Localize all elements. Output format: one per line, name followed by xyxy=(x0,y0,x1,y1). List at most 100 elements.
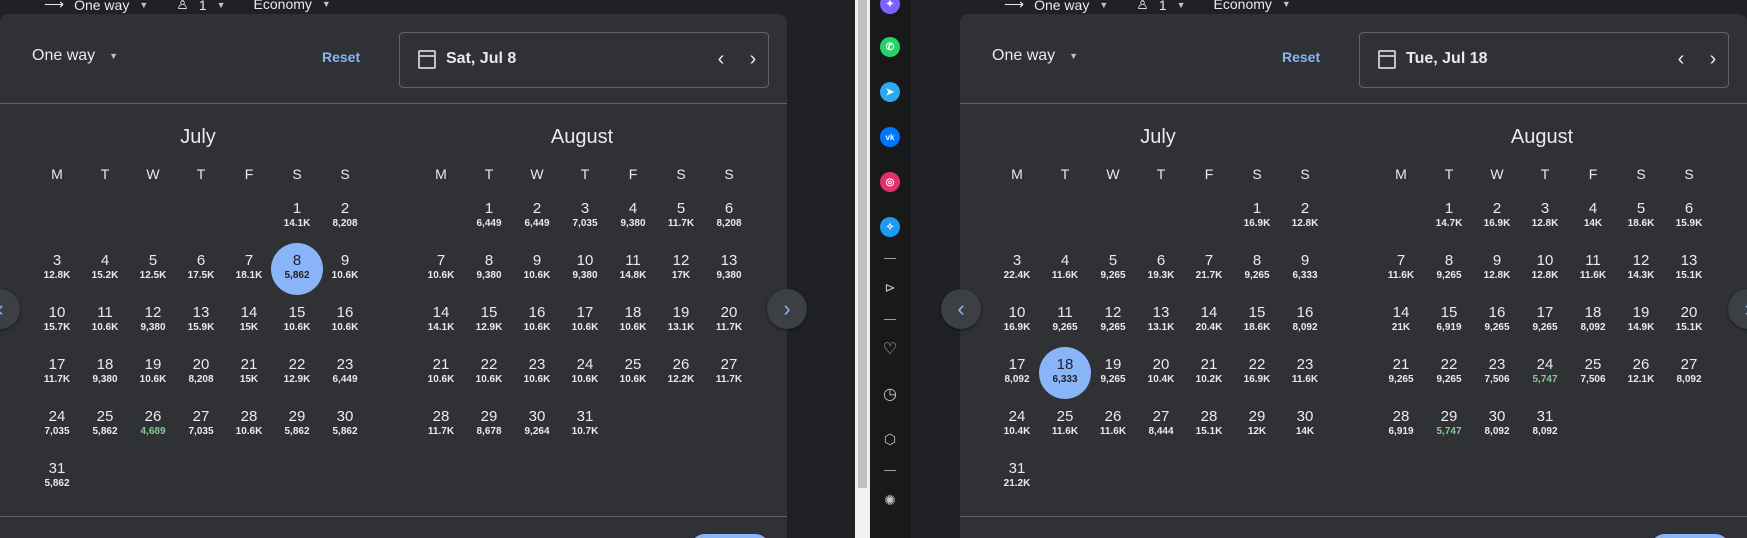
day-cell[interactable]: 22 16.9K xyxy=(1233,350,1281,402)
day-cell[interactable]: 23 10.6K xyxy=(513,350,561,402)
day-cell[interactable]: 30 9,264 xyxy=(513,402,561,454)
next-day-button[interactable]: › xyxy=(741,47,765,71)
day-cell[interactable]: 28 10.6K xyxy=(225,402,273,454)
day-cell[interactable]: 20 10.4K xyxy=(1137,350,1185,402)
day-cell[interactable]: 15 12.9K xyxy=(465,298,513,350)
cabin-selector[interactable]: Economy ▼ xyxy=(1214,0,1291,12)
day-cell[interactable]: 31 5,862 xyxy=(33,454,81,506)
day-cell[interactable]: 5 18.6K xyxy=(1617,194,1665,246)
day-cell[interactable]: 20 15.1K xyxy=(1665,298,1713,350)
day-cell-selected[interactable]: 18 6,333 xyxy=(1039,347,1091,402)
day-cell[interactable]: 28 15.1K xyxy=(1185,402,1233,454)
day-cell[interactable]: 29 5,862 xyxy=(273,402,321,454)
day-cell[interactable]: 14 20.4K xyxy=(1185,298,1233,350)
day-cell[interactable]: 11 9,265 xyxy=(1041,298,1089,350)
day-cell[interactable]: 25 10.6K xyxy=(609,350,657,402)
day-cell[interactable]: 18 10.6K xyxy=(609,298,657,350)
trip-type-dropdown[interactable]: One way ▼ xyxy=(32,47,118,65)
day-cell[interactable]: 21 9,265 xyxy=(1377,350,1425,402)
day-cell[interactable]: 3 12.8K xyxy=(33,246,81,298)
day-cell[interactable]: 1 14.7K xyxy=(1425,194,1473,246)
day-cell[interactable]: 4 14K xyxy=(1569,194,1617,246)
heart-icon[interactable]: ♡ xyxy=(880,339,900,359)
day-cell[interactable]: 16 8,092 xyxy=(1281,298,1329,350)
day-cell[interactable]: 10 9,380 xyxy=(561,246,609,298)
day-cell[interactable]: 26 4,689 xyxy=(129,402,177,454)
day-cell[interactable]: 26 11.6K xyxy=(1089,402,1137,454)
day-cell[interactable]: 12 14.3K xyxy=(1617,246,1665,298)
day-cell[interactable]: 8 9,380 xyxy=(465,246,513,298)
trip-type-selector[interactable]: ⟶ One way ▼ xyxy=(1004,0,1108,13)
day-cell[interactable]: 17 11.7K xyxy=(33,350,81,402)
day-cell[interactable]: 20 8,208 xyxy=(177,350,225,402)
day-cell[interactable]: 2 8,208 xyxy=(321,194,369,246)
day-cell[interactable]: 29 8,678 xyxy=(465,402,513,454)
cabin-selector[interactable]: Economy ▼ xyxy=(254,0,331,12)
day-cell[interactable]: 15 18.6K xyxy=(1233,298,1281,350)
day-cell[interactable]: 15 10.6K xyxy=(273,298,321,350)
vk-icon[interactable]: vk xyxy=(880,127,900,147)
day-cell[interactable]: 6 8,208 xyxy=(705,194,753,246)
day-cell[interactable]: 27 11.7K xyxy=(705,350,753,402)
day-cell[interactable]: 21 10.2K xyxy=(1185,350,1233,402)
day-cell[interactable]: 7 21.7K xyxy=(1185,246,1233,298)
previous-day-button[interactable]: ‹ xyxy=(1669,47,1693,71)
day-cell[interactable]: 24 5,747 xyxy=(1521,350,1569,402)
day-cell[interactable]: 11 11.6K xyxy=(1569,246,1617,298)
day-cell[interactable]: 6 17.5K xyxy=(177,246,225,298)
day-cell[interactable]: 7 10.6K xyxy=(417,246,465,298)
day-cell[interactable]: 1 6,449 xyxy=(465,194,513,246)
day-cell[interactable]: 19 14.9K xyxy=(1617,298,1665,350)
day-cell[interactable]: 31 10.7K xyxy=(561,402,609,454)
day-cell[interactable]: 20 11.7K xyxy=(705,298,753,350)
day-cell[interactable]: 29 12K xyxy=(1233,402,1281,454)
day-cell[interactable]: 25 7,506 xyxy=(1569,350,1617,402)
next-month-button[interactable]: › xyxy=(767,289,807,329)
instagram-icon[interactable]: ◎ xyxy=(880,172,900,192)
day-cell[interactable]: 27 7,035 xyxy=(177,402,225,454)
day-cell[interactable]: 3 12.8K xyxy=(1521,194,1569,246)
day-cell[interactable]: 11 10.6K xyxy=(81,298,129,350)
day-cell[interactable]: 27 8,444 xyxy=(1137,402,1185,454)
telegram-icon[interactable]: ➤ xyxy=(880,82,900,102)
day-cell[interactable]: 5 11.7K xyxy=(657,194,705,246)
day-cell[interactable]: 31 21.2K xyxy=(993,454,1041,506)
day-cell[interactable]: 9 12.8K xyxy=(1473,246,1521,298)
day-cell[interactable]: 16 10.6K xyxy=(513,298,561,350)
day-cell[interactable]: 30 5,862 xyxy=(321,402,369,454)
day-cell[interactable]: 13 15.1K xyxy=(1665,246,1713,298)
day-cell[interactable]: 24 7,035 xyxy=(33,402,81,454)
day-cell[interactable]: 10 16.9K xyxy=(993,298,1041,350)
day-cell[interactable]: 19 9,265 xyxy=(1089,350,1137,402)
day-cell[interactable]: 3 22.4K xyxy=(993,246,1041,298)
day-cell[interactable]: 4 11.6K xyxy=(1041,246,1089,298)
day-cell[interactable]: 16 9,265 xyxy=(1473,298,1521,350)
day-cell[interactable]: 27 8,092 xyxy=(1665,350,1713,402)
clock-icon[interactable]: ◷ xyxy=(880,384,900,404)
day-cell[interactable]: 11 14.8K xyxy=(609,246,657,298)
previous-day-button[interactable]: ‹ xyxy=(709,47,733,71)
day-cell[interactable]: 13 13.1K xyxy=(1137,298,1185,350)
done-button[interactable] xyxy=(690,534,770,538)
day-cell[interactable]: 13 15.9K xyxy=(177,298,225,350)
day-cell[interactable]: 26 12.2K xyxy=(657,350,705,402)
day-cell[interactable]: 18 9,380 xyxy=(81,350,129,402)
day-cell[interactable]: 24 10.4K xyxy=(993,402,1041,454)
box-icon[interactable]: ⬡ xyxy=(880,429,900,449)
day-cell[interactable]: 30 14K xyxy=(1281,402,1329,454)
day-cell[interactable]: 28 6,919 xyxy=(1377,402,1425,454)
day-cell[interactable]: 8 9,265 xyxy=(1425,246,1473,298)
day-cell[interactable]: 23 7,506 xyxy=(1473,350,1521,402)
day-cell[interactable]: 10 12.8K xyxy=(1521,246,1569,298)
day-cell[interactable]: 14 15K xyxy=(225,298,273,350)
day-cell[interactable]: 23 11.6K xyxy=(1281,350,1329,402)
day-cell[interactable]: 5 12.5K xyxy=(129,246,177,298)
messenger-icon[interactable]: ✦ xyxy=(880,0,900,14)
scrollbar-thumb[interactable] xyxy=(858,0,867,488)
day-cell[interactable]: 22 12.9K xyxy=(273,350,321,402)
day-cell[interactable]: 24 10.6K xyxy=(561,350,609,402)
day-cell[interactable]: 4 15.2K xyxy=(81,246,129,298)
day-cell[interactable]: 5 9,265 xyxy=(1089,246,1137,298)
day-cell[interactable]: 7 18.1K xyxy=(225,246,273,298)
day-cell-selected[interactable]: 8 5,862 xyxy=(271,243,323,298)
